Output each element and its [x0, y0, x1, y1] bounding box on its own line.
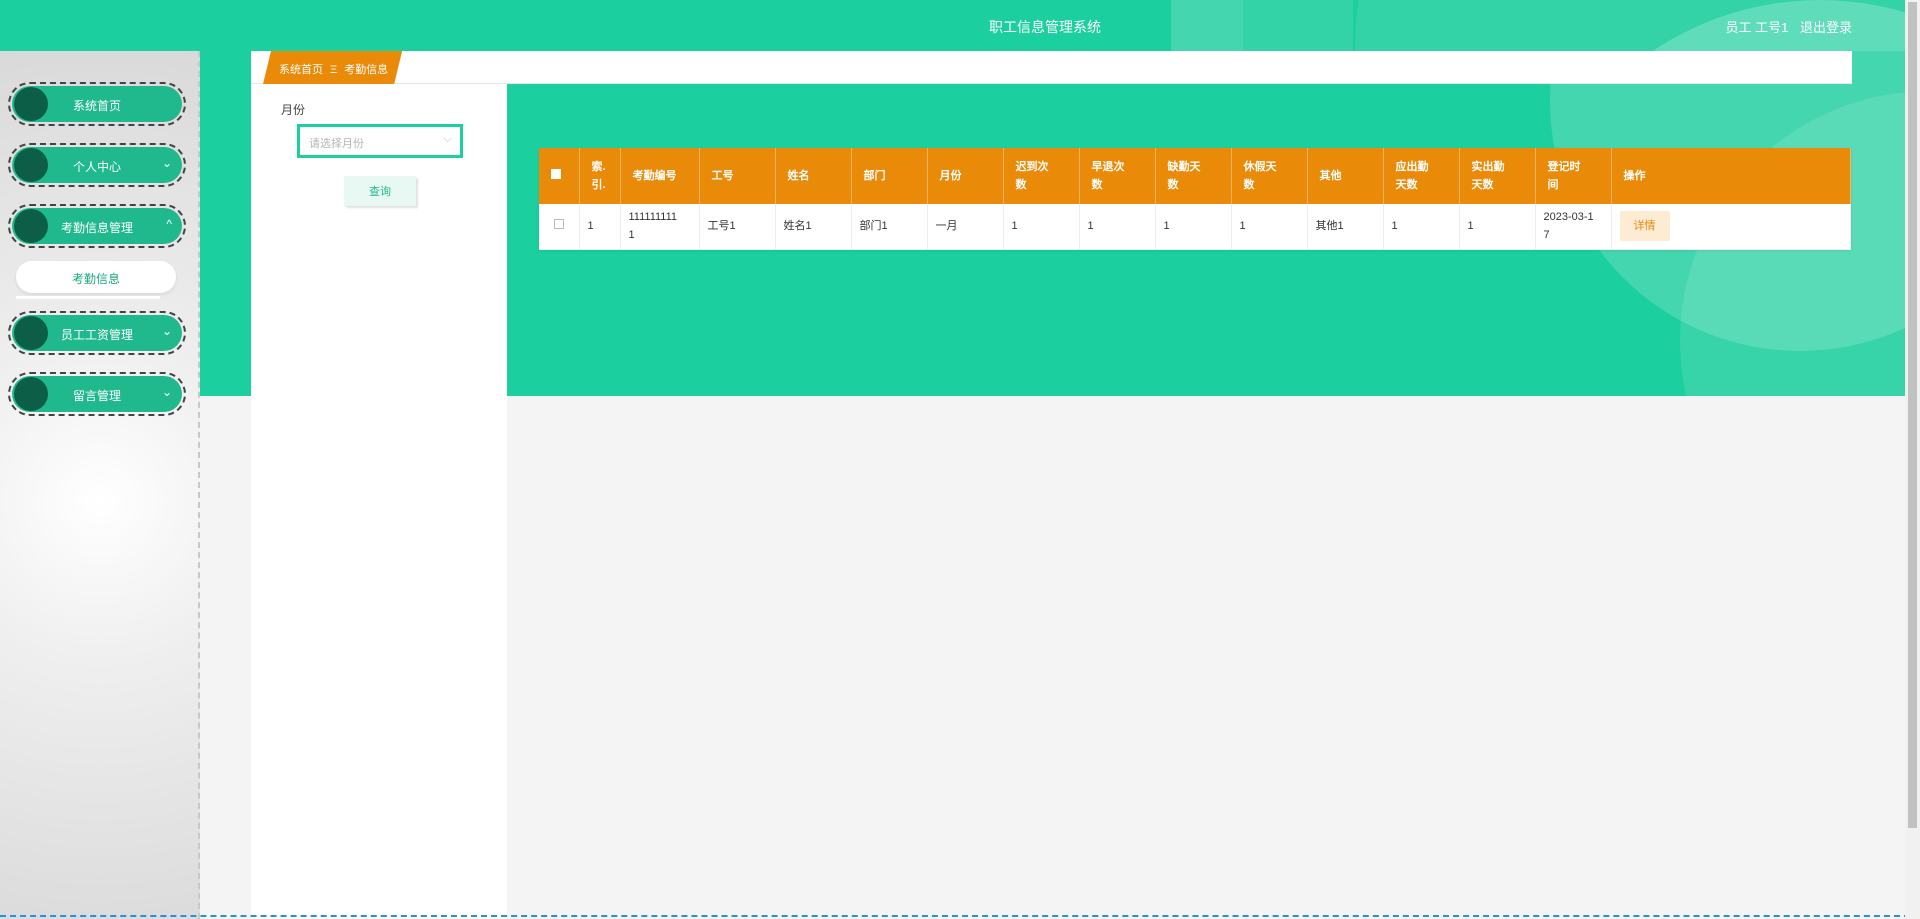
row-select-cell[interactable] — [539, 204, 580, 250]
cell-name: 姓名1 — [775, 204, 852, 250]
sidebar-item-personal-center[interactable]: 个人中心 ⌄ — [8, 143, 186, 187]
month-select-placeholder: 请选择月份 — [309, 138, 364, 150]
column-header-late: 迟到次数 — [1003, 148, 1080, 204]
cell-attendance-no: 111111111 1 — [620, 204, 700, 250]
chevron-down-icon: ⌄ — [161, 385, 172, 399]
sidebar-item-home[interactable]: 系统首页 — [8, 82, 186, 126]
cell-index: 1 — [579, 204, 621, 250]
month-label: 月份 — [281, 103, 306, 117]
column-header-required-days: 应出勤 天数 — [1383, 148, 1460, 204]
column-header-action: 操作 — [1611, 148, 1851, 204]
query-button[interactable]: 查询 — [344, 176, 416, 206]
column-header-absence-days: 缺勤天数 — [1155, 148, 1232, 204]
month-select[interactable]: 请选择月份 ⌵ — [297, 124, 463, 158]
chevron-down-icon: ⌵ — [443, 133, 452, 145]
column-header-early-leave: 早退次数 — [1079, 148, 1156, 204]
column-header-other: 其他 — [1307, 148, 1384, 204]
column-header-employee-no: 工号 — [699, 148, 776, 204]
cell-other: 其他1 — [1307, 204, 1384, 250]
detail-button[interactable]: 详情 — [1619, 211, 1670, 242]
submenu-underline — [16, 296, 160, 299]
menu-pill: 系统首页 — [12, 86, 182, 122]
vertical-scrollbar[interactable] — [1905, 0, 1920, 919]
menu-pill: 个人中心 ⌄ — [12, 147, 182, 183]
chevron-down-icon: ⌄ — [161, 156, 172, 170]
bottom-border — [0, 915, 1920, 917]
cell-department: 部门1 — [851, 204, 928, 250]
sidebar-item-label: 留言管理 — [72, 389, 121, 403]
cell-absence-days: 1 — [1155, 204, 1232, 250]
sidebar-item-label: 员工工资管理 — [60, 328, 133, 342]
breadcrumb: 系统首页 Ξ 考勤信息 — [263, 51, 402, 84]
cell-month: 一月 — [927, 204, 1004, 250]
cell-required-days: 1 — [1383, 204, 1460, 250]
chevron-up-icon: ^ — [166, 217, 172, 231]
cell-late: 1 — [1003, 204, 1080, 250]
cell-action: 详情 — [1611, 204, 1851, 250]
scrollbar-thumb[interactable] — [1908, 2, 1917, 828]
user-area: 员工 工号1 退出登录 — [1718, 17, 1852, 36]
checkbox-icon[interactable] — [553, 219, 564, 230]
menu-pill: 员工工资管理 ⌄ — [12, 315, 182, 351]
breadcrumb-home[interactable]: 系统首页 — [279, 64, 323, 76]
select-all-header[interactable] — [539, 148, 580, 204]
checkbox-icon[interactable] — [551, 169, 561, 179]
sidebar: 系统首页 个人中心 ⌄ 考勤信息管理 ^ 考勤信息 员工工资管理 ⌄ 留言管理 … — [0, 51, 200, 919]
column-header-actual-days: 实出勤 天数 — [1459, 148, 1536, 204]
cell-register-time: 2023-03-1 7 — [1535, 204, 1612, 250]
breadcrumb-separator-icon: Ξ — [330, 64, 338, 76]
user-label: 员工 工号1 — [1725, 20, 1789, 35]
cell-actual-days: 1 — [1459, 204, 1536, 250]
chevron-down-icon: ⌄ — [161, 324, 172, 338]
sidebar-subitem-attendance[interactable]: 考勤信息 — [16, 261, 176, 293]
menu-pill: 考勤信息管理 ^ — [12, 208, 182, 244]
column-header-month: 月份 — [927, 148, 1004, 204]
search-panel: 月份 请选择月份 ⌵ 查询 — [251, 84, 507, 919]
table-row: 1 111111111 1 工号1 姓名1 部门1 一月 1 1 1 1 其他1 … — [539, 204, 1851, 250]
breadcrumb-bar: 系统首页 Ξ 考勤信息 — [251, 51, 1852, 84]
column-header-register-time: 登记时间 — [1535, 148, 1612, 204]
column-header-attendance-no: 考勤编号 — [620, 148, 700, 204]
logout-link[interactable]: 退出登录 — [1800, 20, 1852, 35]
cell-leave-days: 1 — [1231, 204, 1308, 250]
column-header-department: 部门 — [851, 148, 928, 204]
column-header-leave-days: 休假天数 — [1231, 148, 1308, 204]
table-header-row: 索. 引. 考勤编号 工号 姓名 部门 月份 迟到次数 早退次数 缺勤天数 休假天… — [539, 148, 1851, 204]
sidebar-item-label: 系统首页 — [72, 99, 121, 113]
top-header: 职工信息管理系统 员工 工号1 退出登录 — [0, 0, 1920, 51]
cell-early-leave: 1 — [1079, 204, 1156, 250]
attendance-table: 索. 引. 考勤编号 工号 姓名 部门 月份 迟到次数 早退次数 缺勤天数 休假天… — [539, 148, 1851, 250]
cell-employee-no: 工号1 — [699, 204, 776, 250]
breadcrumb-current: 考勤信息 — [344, 64, 389, 76]
sidebar-item-message-management[interactable]: 留言管理 ⌄ — [8, 372, 186, 416]
menu-pill: 留言管理 ⌄ — [12, 376, 182, 412]
sidebar-item-label: 个人中心 — [72, 160, 121, 174]
sidebar-item-salary-management[interactable]: 员工工资管理 ⌄ — [8, 311, 186, 355]
sidebar-item-attendance-management[interactable]: 考勤信息管理 ^ — [8, 204, 186, 248]
column-header-index: 索. 引. — [579, 148, 621, 204]
sidebar-item-label: 考勤信息管理 — [60, 221, 133, 235]
app-title: 职工信息管理系统 — [989, 19, 1101, 35]
column-header-name: 姓名 — [775, 148, 852, 204]
